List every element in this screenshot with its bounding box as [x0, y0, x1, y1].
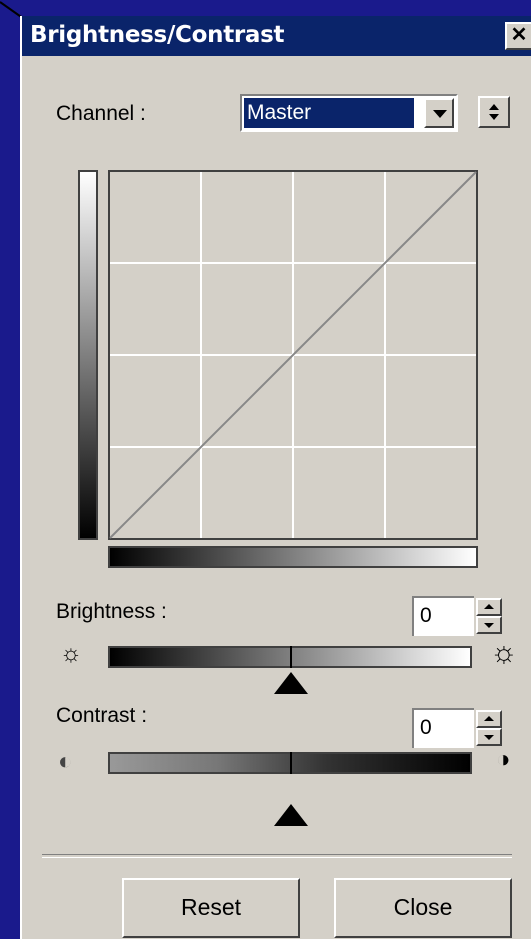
- tone-curve-graph[interactable]: [108, 170, 478, 540]
- contrast-slider-thumb[interactable]: [274, 804, 308, 826]
- channel-swap-button[interactable]: [478, 96, 510, 128]
- contrast-high-icon: ◑: [496, 746, 511, 773]
- contrast-low-icon: ◐: [58, 748, 73, 775]
- close-window-button[interactable]: ✕: [505, 22, 531, 50]
- contrast-center-mark: [290, 752, 292, 774]
- close-button[interactable]: Close: [334, 878, 512, 938]
- contrast-spinbox[interactable]: 0: [412, 708, 504, 748]
- window-title: Brightness/Contrast: [30, 22, 285, 48]
- chevron-down-icon[interactable]: [424, 98, 454, 128]
- brightness-increment-button[interactable]: [476, 598, 502, 616]
- contrast-increment-button[interactable]: [476, 710, 502, 728]
- output-gradient-bar: [78, 170, 98, 540]
- brightness-value-field[interactable]: 0: [412, 596, 474, 636]
- contrast-decrement-button[interactable]: [476, 728, 502, 746]
- channel-select[interactable]: Master: [240, 94, 458, 132]
- brightness-label: Brightness :: [56, 600, 167, 623]
- sun-small-icon: ☼: [60, 640, 82, 667]
- brightness-spinbox[interactable]: 0: [412, 596, 504, 636]
- sun-large-icon: ☼: [490, 636, 518, 669]
- input-gradient-bar: [108, 546, 478, 568]
- channel-selected-value: Master: [244, 98, 414, 128]
- reset-button[interactable]: Reset: [122, 878, 300, 938]
- brightness-decrement-button[interactable]: [476, 616, 502, 634]
- channel-label: Channel :: [56, 102, 146, 125]
- swap-icon: [489, 104, 499, 120]
- brightness-center-mark: [290, 646, 292, 668]
- contrast-label: Contrast :: [56, 704, 148, 727]
- title-bar[interactable]: Brightness/Contrast ✕: [22, 16, 531, 56]
- close-icon: ✕: [510, 24, 528, 46]
- divider: [42, 854, 512, 858]
- brightness-contrast-dialog: Brightness/Contrast ✕ Channel : Master B…: [20, 16, 531, 939]
- brightness-slider-thumb[interactable]: [274, 672, 308, 694]
- contrast-value-field[interactable]: 0: [412, 708, 474, 748]
